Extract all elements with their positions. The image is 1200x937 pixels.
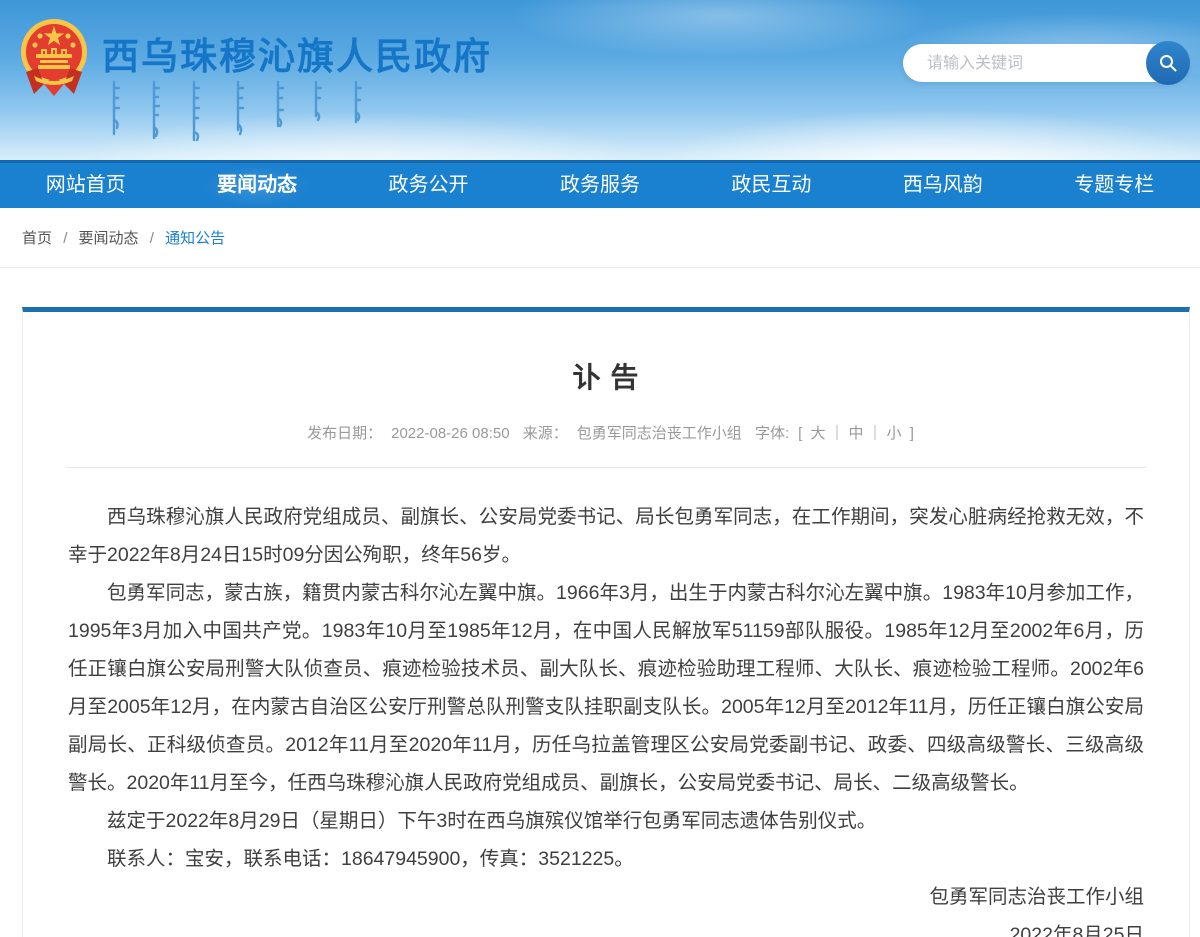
source-value: 包勇军同志治丧工作小组 xyxy=(577,425,742,442)
site-title: 西乌珠穆沁旗人民政府 xyxy=(102,26,492,80)
search-area xyxy=(903,43,1188,83)
breadcrumb-notices-current[interactable]: 通知公告 xyxy=(165,230,225,247)
nav-item-home[interactable]: 网站首页 xyxy=(0,163,171,208)
search-icon xyxy=(1158,53,1178,73)
article-container: 讣 告 发布日期： 2022-08-26 08:50 来源： 包勇军同志治丧工作小组… xyxy=(22,307,1190,937)
nav-item-gov-affairs[interactable]: 政务公开 xyxy=(343,163,514,208)
breadcrumb-home[interactable]: 首页 xyxy=(22,230,52,247)
font-size-label: 字体: xyxy=(755,425,789,442)
signature-date: 2022年8月25日 xyxy=(68,916,1144,937)
breadcrumb: 首页 / 要闻动态 / 通知公告 xyxy=(0,208,1200,268)
font-size-separator: ｜ xyxy=(829,425,844,442)
nav-item-special-topics[interactable]: 专题专栏 xyxy=(1029,163,1200,208)
article-paragraph: 联系人：宝安，联系电话：18647945900，传真：3521225。 xyxy=(68,840,1144,878)
breadcrumb-separator: / xyxy=(63,230,67,247)
publish-date-value: 2022-08-26 08:50 xyxy=(391,425,509,442)
publish-date-label: 发布日期： xyxy=(307,425,382,442)
source-label: 来源： xyxy=(523,425,568,442)
breadcrumb-separator: / xyxy=(150,230,154,247)
article-paragraph: 包勇军同志，蒙古族，籍贯内蒙古科尔沁左翼中旗。1966年3月，出生于内蒙古科尔沁… xyxy=(68,574,1144,802)
article-paragraph: 西乌珠穆沁旗人民政府党组成员、副旗长、公安局党委书记、局长包勇军同志，在工作期间… xyxy=(68,498,1144,574)
signature-block: 包勇军同志治丧工作小组 2022年8月25日 xyxy=(23,878,1189,937)
mongolian-script-text xyxy=(108,80,378,146)
font-size-separator: ｜ xyxy=(868,425,883,442)
nav-item-gov-services[interactable]: 政务服务 xyxy=(514,163,685,208)
font-size-large-button[interactable]: 大 xyxy=(810,425,825,442)
nav-item-interaction[interactable]: 政民互动 xyxy=(686,163,857,208)
main-nav: 网站首页 要闻动态 政务公开 政务服务 政民互动 西乌风韵 专题专栏 xyxy=(0,160,1200,208)
search-button[interactable] xyxy=(1146,41,1190,85)
article-meta: 发布日期： 2022-08-26 08:50 来源： 包勇军同志治丧工作小组 字体:… xyxy=(23,422,1189,443)
article-body: 西乌珠穆沁旗人民政府党组成员、副旗长、公安局党委书记、局长包勇军同志，在工作期间… xyxy=(23,468,1189,878)
breadcrumb-news[interactable]: 要闻动态 xyxy=(79,230,139,247)
font-size-medium-button[interactable]: 中 xyxy=(848,425,863,442)
spacer xyxy=(0,268,1200,307)
article-paragraph: 兹定于2022年8月29日（星期日）下午3时在西乌旗殡仪馆举行包勇军同志遗体告别… xyxy=(68,802,1144,840)
font-size-bracket: ] xyxy=(910,425,914,442)
font-size-bracket: [ xyxy=(798,425,802,442)
site-header: 西乌珠穆沁旗人民政府 xyxy=(0,0,1200,160)
signature-org: 包勇军同志治丧工作小组 xyxy=(68,878,1144,916)
font-size-small-button[interactable]: 小 xyxy=(887,425,902,442)
nav-item-local-culture[interactable]: 西乌风韵 xyxy=(857,163,1028,208)
article-title: 讣 告 xyxy=(23,356,1189,396)
national-emblem-icon xyxy=(18,14,90,96)
search-input[interactable] xyxy=(927,45,1127,83)
nav-item-news[interactable]: 要闻动态 xyxy=(171,163,342,208)
